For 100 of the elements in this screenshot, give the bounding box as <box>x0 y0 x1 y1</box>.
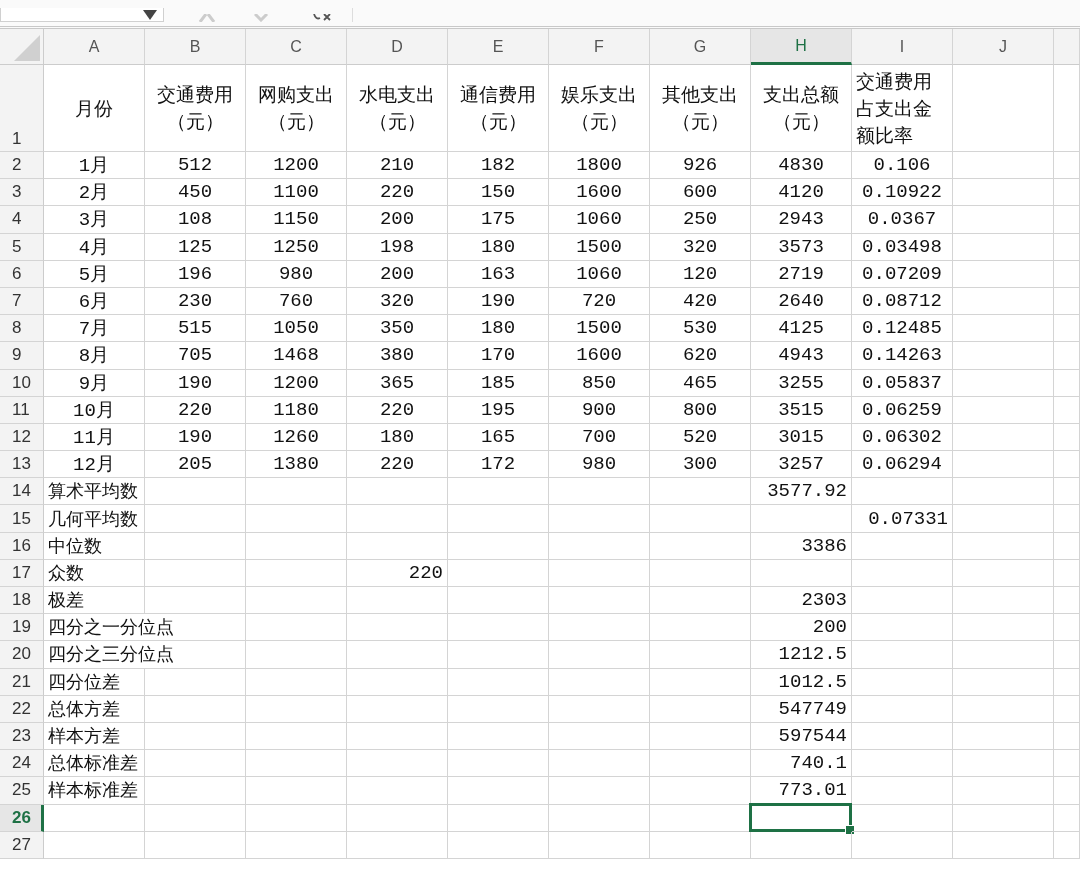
table-cell[interactable] <box>448 750 549 778</box>
table-cell[interactable] <box>650 587 751 615</box>
table-cell[interactable] <box>347 478 448 506</box>
table-cell[interactable] <box>953 206 1054 234</box>
table-cell[interactable]: 1500 <box>549 233 650 261</box>
table-cell[interactable] <box>1054 777 1080 805</box>
table-cell[interactable] <box>953 641 1054 669</box>
table-cell[interactable]: 175 <box>448 206 549 234</box>
table-cell[interactable] <box>1054 614 1080 642</box>
column-header[interactable]: E <box>448 29 549 65</box>
table-cell[interactable] <box>953 423 1054 452</box>
table-cell[interactable]: 几何平均数 <box>44 505 145 533</box>
caret-icon[interactable] <box>143 9 157 20</box>
table-cell[interactable]: 180 <box>448 315 549 343</box>
table-cell[interactable] <box>953 451 1054 479</box>
table-cell[interactable]: 娱乐支出（元） <box>549 65 650 152</box>
table-cell[interactable] <box>347 777 448 805</box>
table-cell[interactable] <box>246 641 347 669</box>
table-cell[interactable]: 1060 <box>549 260 650 288</box>
table-cell[interactable]: 8月 <box>44 342 145 370</box>
table-cell[interactable]: 190 <box>145 423 246 452</box>
table-cell[interactable]: 0.10922 <box>852 179 953 207</box>
table-cell[interactable]: 620 <box>650 342 751 370</box>
table-cell[interactable]: 125 <box>145 233 246 261</box>
table-cell[interactable]: 515 <box>145 315 246 343</box>
table-cell[interactable] <box>448 831 549 859</box>
table-cell[interactable] <box>852 641 953 669</box>
table-cell[interactable]: 190 <box>448 287 549 316</box>
table-cell[interactable]: 773.01 <box>751 777 852 805</box>
table-cell[interactable]: 210 <box>347 152 448 180</box>
row-header[interactable]: 12 <box>0 423 44 452</box>
table-cell[interactable]: 其他支出（元） <box>650 65 751 152</box>
table-cell[interactable] <box>145 532 246 560</box>
table-cell[interactable]: 网购支出（元） <box>246 65 347 152</box>
table-cell[interactable] <box>1054 695 1080 723</box>
row-header[interactable]: 2 <box>0 152 44 180</box>
table-cell[interactable] <box>1054 750 1080 778</box>
table-cell[interactable] <box>246 804 347 832</box>
row-header[interactable]: 4 <box>0 206 44 234</box>
table-cell[interactable] <box>145 587 246 615</box>
table-cell[interactable]: 0.08712 <box>852 287 953 316</box>
table-cell[interactable]: 11月 <box>44 423 145 452</box>
row-header[interactable]: 5 <box>0 233 44 261</box>
table-cell[interactable] <box>448 695 549 723</box>
table-cell[interactable] <box>549 804 650 832</box>
table-cell[interactable]: 0.06302 <box>852 423 953 452</box>
table-cell[interactable]: 205 <box>145 451 246 479</box>
table-cell[interactable]: 3577.92 <box>751 478 852 506</box>
table-cell[interactable] <box>246 532 347 560</box>
table-cell[interactable]: 样本方差 <box>44 722 145 751</box>
table-cell[interactable]: 3386 <box>751 532 852 560</box>
table-cell[interactable] <box>751 559 852 587</box>
table-cell[interactable] <box>1054 233 1080 261</box>
table-cell[interactable]: 0.12485 <box>852 315 953 343</box>
table-cell[interactable]: 200 <box>751 614 852 642</box>
table-cell[interactable] <box>1054 342 1080 370</box>
table-cell[interactable]: 1180 <box>246 396 347 424</box>
table-cell[interactable] <box>852 750 953 778</box>
table-cell[interactable] <box>347 641 448 669</box>
table-cell[interactable]: 547749 <box>751 695 852 723</box>
table-cell[interactable] <box>650 559 751 587</box>
table-cell[interactable] <box>852 668 953 696</box>
table-cell[interactable]: 0.06294 <box>852 451 953 479</box>
table-cell[interactable] <box>549 532 650 560</box>
table-cell[interactable] <box>650 532 751 560</box>
table-cell[interactable]: 1200 <box>246 369 347 397</box>
table-cell[interactable] <box>347 668 448 696</box>
table-cell[interactable]: 0.07331 <box>852 505 953 533</box>
row-header[interactable]: 22 <box>0 695 44 723</box>
table-cell[interactable] <box>953 614 1054 642</box>
table-cell[interactable]: 597544 <box>751 722 852 751</box>
table-cell[interactable]: 水电支出（元） <box>347 65 448 152</box>
table-cell[interactable]: 760 <box>246 287 347 316</box>
table-cell[interactable]: 4830 <box>751 152 852 180</box>
column-header[interactable]: J <box>953 29 1054 65</box>
table-cell[interactable] <box>953 315 1054 343</box>
table-cell[interactable]: 800 <box>650 396 751 424</box>
table-cell[interactable] <box>953 179 1054 207</box>
table-cell[interactable] <box>347 505 448 533</box>
row-header[interactable]: 24 <box>0 750 44 778</box>
table-cell[interactable]: 220 <box>347 179 448 207</box>
table-cell[interactable]: 3257 <box>751 451 852 479</box>
table-cell[interactable] <box>852 722 953 751</box>
table-cell[interactable]: 926 <box>650 152 751 180</box>
column-header[interactable]: B <box>145 29 246 65</box>
table-cell[interactable]: 1012.5 <box>751 668 852 696</box>
table-cell[interactable]: 3015 <box>751 423 852 452</box>
table-cell[interactable] <box>953 559 1054 587</box>
table-cell[interactable] <box>1054 532 1080 560</box>
table-cell[interactable] <box>852 777 953 805</box>
table-cell[interactable] <box>549 478 650 506</box>
table-cell[interactable] <box>549 559 650 587</box>
table-cell[interactable]: 1800 <box>549 152 650 180</box>
table-cell[interactable]: 3515 <box>751 396 852 424</box>
table-cell[interactable]: 四分位差 <box>44 668 145 696</box>
table-cell[interactable]: 4120 <box>751 179 852 207</box>
table-cell[interactable] <box>953 369 1054 397</box>
table-cell[interactable]: 1380 <box>246 451 347 479</box>
table-cell[interactable]: 980 <box>549 451 650 479</box>
table-cell[interactable]: 200 <box>347 260 448 288</box>
